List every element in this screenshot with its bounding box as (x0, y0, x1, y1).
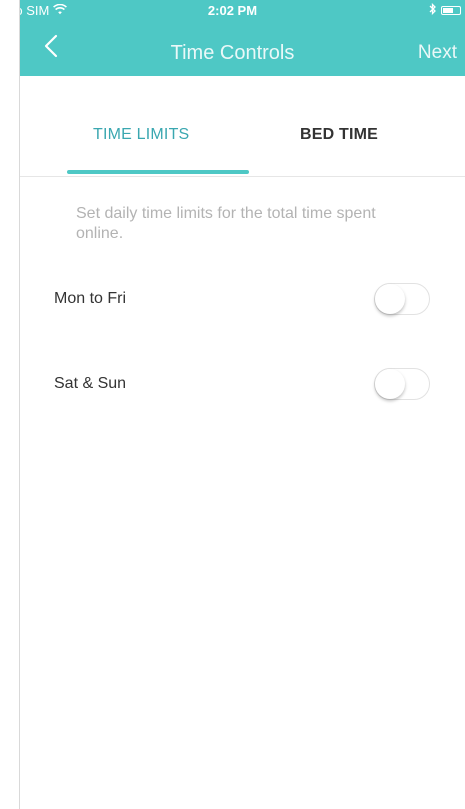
next-button[interactable]: Next (418, 42, 457, 64)
sat-sun-toggle[interactable] (374, 368, 430, 400)
nav-bar: Time Controls Next (0, 20, 465, 76)
tab-bar: TIME LIMITS BED TIME (20, 76, 465, 177)
left-edge-panel (0, 0, 20, 809)
page-title: Time Controls (170, 42, 295, 64)
toggle-knob (375, 369, 405, 399)
battery-icon (441, 6, 461, 15)
phone-screen: No SIM 2:02 PM Time Controls Next TIME L… (0, 0, 465, 809)
tab-time-limits[interactable]: TIME LIMITS (93, 126, 189, 144)
status-bar: No SIM 2:02 PM (0, 0, 465, 20)
setting-row-mon-fri: Mon to Fri (20, 280, 465, 320)
tab-bed-time[interactable]: BED TIME (300, 126, 378, 144)
status-right (429, 2, 461, 18)
status-time: 2:02 PM (207, 3, 258, 18)
mon-fri-toggle[interactable] (374, 283, 430, 315)
active-tab-indicator (67, 170, 249, 174)
time-limits-description: Set daily time limits for the total time… (76, 205, 376, 242)
setting-label-sat-sun: Sat & Sun (54, 375, 127, 392)
setting-label-mon-fri: Mon to Fri (54, 290, 127, 307)
app-header: No SIM 2:02 PM Time Controls Next (0, 0, 465, 76)
bluetooth-icon (429, 2, 437, 18)
setting-row-sat-sun: Sat & Sun (20, 365, 465, 405)
toggle-knob (375, 284, 405, 314)
